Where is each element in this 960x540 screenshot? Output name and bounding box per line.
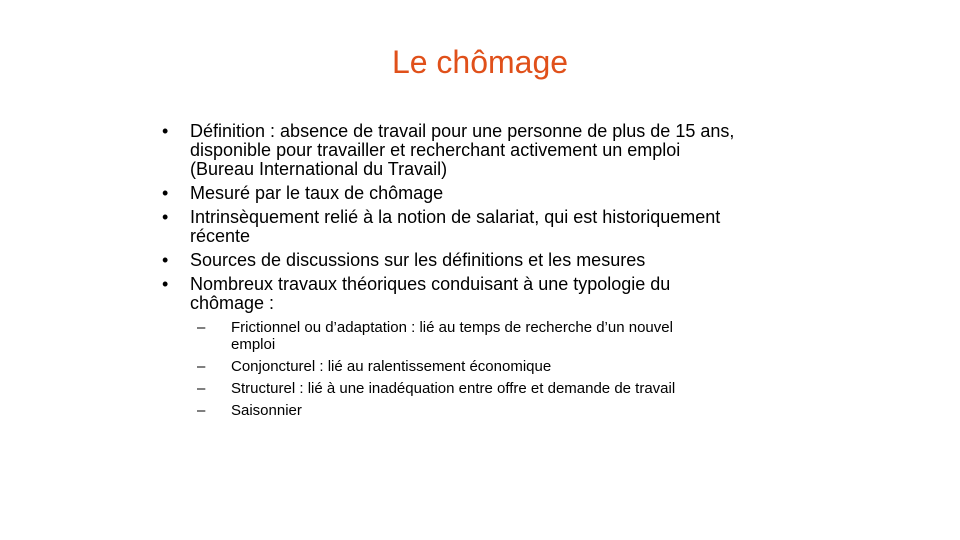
bullet-icon: •: [162, 250, 169, 270]
dash-icon: –: [197, 358, 206, 375]
bullet-definition: • Définition : absence de travail pour u…: [162, 122, 802, 179]
bullet-list: • Définition : absence de travail pour u…: [162, 122, 802, 420]
bullet-salariat: • Intrinsèquement relié à la notion de s…: [162, 208, 802, 246]
bullet-line: Mesuré par le taux de chômage: [190, 183, 444, 203]
sub-bullet-frictionnel: – Frictionnel ou d’adaptation : lié au t…: [197, 319, 802, 353]
sub-bullet-saisonnier: – Saisonnier: [197, 402, 802, 419]
sub-bullet-line: emploi: [231, 336, 276, 353]
bullet-line: (Bureau International du Travail): [190, 159, 448, 179]
bullet-mesure: • Mesuré par le taux de chômage: [162, 184, 802, 203]
bullet-sources: • Sources de discussions sur les définit…: [162, 251, 802, 270]
sub-bullet-structurel: – Structurel : lié à une inadéquation en…: [197, 380, 802, 397]
bullet-icon: •: [162, 274, 169, 294]
bullet-typologie: • Nombreux travaux théoriques conduisant…: [162, 274, 802, 420]
dash-icon: –: [197, 380, 206, 397]
bullet-line: Définition : absence de travail pour une…: [190, 121, 735, 141]
slide-content: • Définition : absence de travail pour u…: [162, 122, 802, 424]
bullet-line: Sources de discussions sur les définitio…: [190, 250, 646, 270]
bullet-icon: •: [162, 207, 169, 227]
bullet-line: Intrinsèquement relié à la notion de sal…: [190, 207, 721, 227]
bullet-line: chômage :: [190, 293, 275, 313]
slide: Le chômage • Définition : absence de tra…: [0, 0, 960, 540]
sub-bullet-line: Frictionnel ou d’adaptation : lié au tem…: [231, 319, 673, 336]
bullet-line: Nombreux travaux théoriques conduisant à…: [190, 274, 671, 294]
dash-icon: –: [197, 402, 206, 419]
bullet-icon: •: [162, 183, 169, 203]
slide-title: Le chômage: [391, 44, 569, 80]
sub-bullet-list: – Frictionnel ou d’adaptation : lié au t…: [190, 319, 802, 419]
sub-bullet-line: Structurel : lié à une inadéquation entr…: [231, 380, 676, 397]
bullet-icon: •: [162, 121, 169, 141]
sub-bullet-line: Saisonnier: [231, 402, 302, 419]
sub-bullet-conjoncturel: – Conjoncturel : lié au ralentissement é…: [197, 358, 802, 375]
bullet-line: récente: [190, 226, 251, 246]
dash-icon: –: [197, 319, 206, 336]
sub-bullet-line: Conjoncturel : lié au ralentissement éco…: [231, 358, 552, 375]
bullet-line: disponible pour travailler et recherchan…: [190, 140, 681, 160]
